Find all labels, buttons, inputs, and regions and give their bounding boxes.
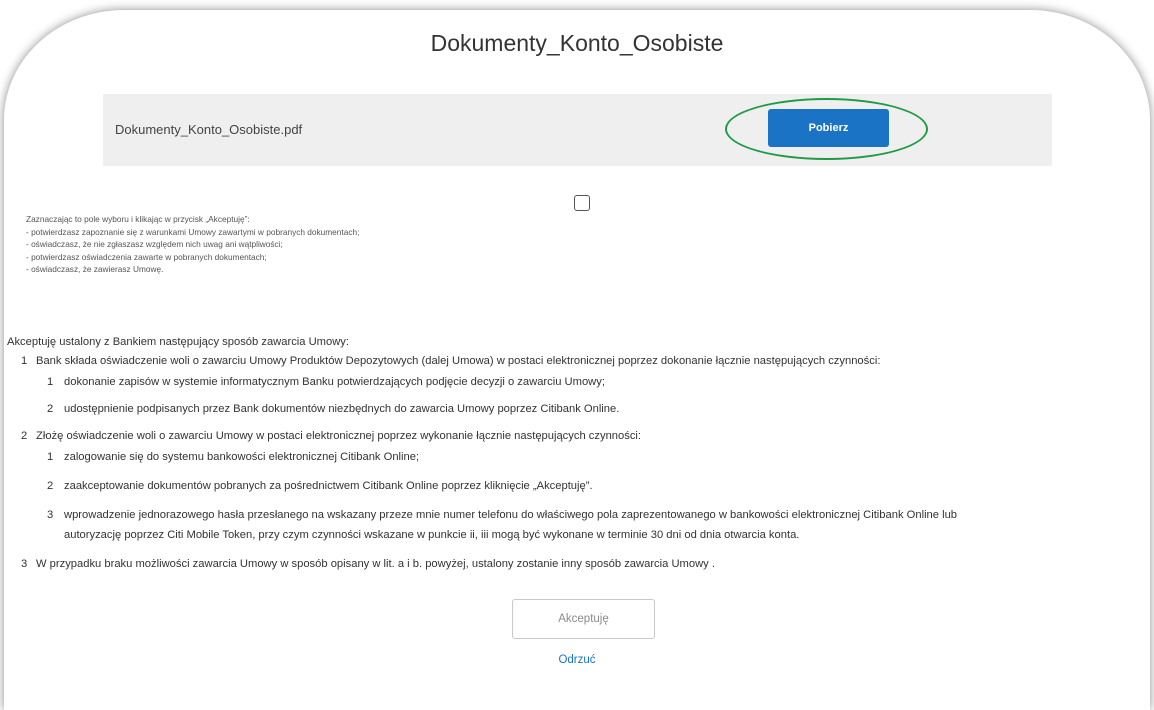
subitem-number: 3 <box>47 509 54 521</box>
file-name: Dokumenty_Konto_Osobiste.pdf <box>115 122 303 137</box>
terms-subitem-continuation: autoryzację poprzez Citi Mobile Token, p… <box>64 529 800 541</box>
dialog-title: Dokumenty_Konto_Osobiste <box>430 30 724 56</box>
item-number: 1 <box>21 355 28 367</box>
terms-lead: Akceptuję ustalony z Bankiem następujący… <box>7 336 350 348</box>
subitem-number: 2 <box>47 480 54 492</box>
item-number: 3 <box>21 558 28 570</box>
subitem-number: 1 <box>47 451 54 463</box>
subitem-text: dokonanie zapisów w systemie informatycz… <box>64 376 605 388</box>
consent-intro: Zaznaczając to pole wyboru i klikając w … <box>26 214 250 224</box>
consent-point: - potwierdzasz oświadczenia zawarte w po… <box>26 251 267 262</box>
consent-point: - oświadczasz, że zawierasz Umowę. <box>26 264 164 275</box>
subitem-text: zalogowanie się do systemu bankowości el… <box>64 451 420 463</box>
item-text: W przypadku braku możliwości zawarcia Um… <box>36 558 715 570</box>
subitem-text: zaakceptowanie dokumentów pobranych za p… <box>64 480 593 492</box>
consent-checkbox[interactable] <box>574 195 590 211</box>
reject-link[interactable]: Odrzuć <box>4 654 1150 666</box>
consent-point: - oświadczasz, że nie zgłaszasz względem… <box>26 239 283 250</box>
subitem-number: 2 <box>47 403 54 415</box>
subitem-text: wprowadzenie jednorazowego hasła przesła… <box>64 509 958 521</box>
dialog-card: Dokumenty_Konto_Osobiste Dokumenty_Konto… <box>4 10 1150 710</box>
item-number: 2 <box>21 430 28 442</box>
subitem-text: udostępnienie podpisanych przez Bank dok… <box>64 403 620 415</box>
consent-fine-print: Zaznaczając to pole wyboru i klikając w … <box>26 213 359 276</box>
consent-point: - potwierdzasz zapoznanie się z warunkam… <box>26 226 360 237</box>
item-text: Złożę oświadczenie woli o zawarciu Umowy… <box>36 430 642 442</box>
subitem-number: 1 <box>47 376 54 388</box>
file-row: Dokumenty_Konto_Osobiste.pdf Pobierz <box>103 94 1052 166</box>
accept-button[interactable]: Akceptuję <box>512 599 655 639</box>
item-text: Bank składa oświadczenie woli o zawarciu… <box>36 355 881 367</box>
download-button[interactable]: Pobierz <box>768 109 889 147</box>
